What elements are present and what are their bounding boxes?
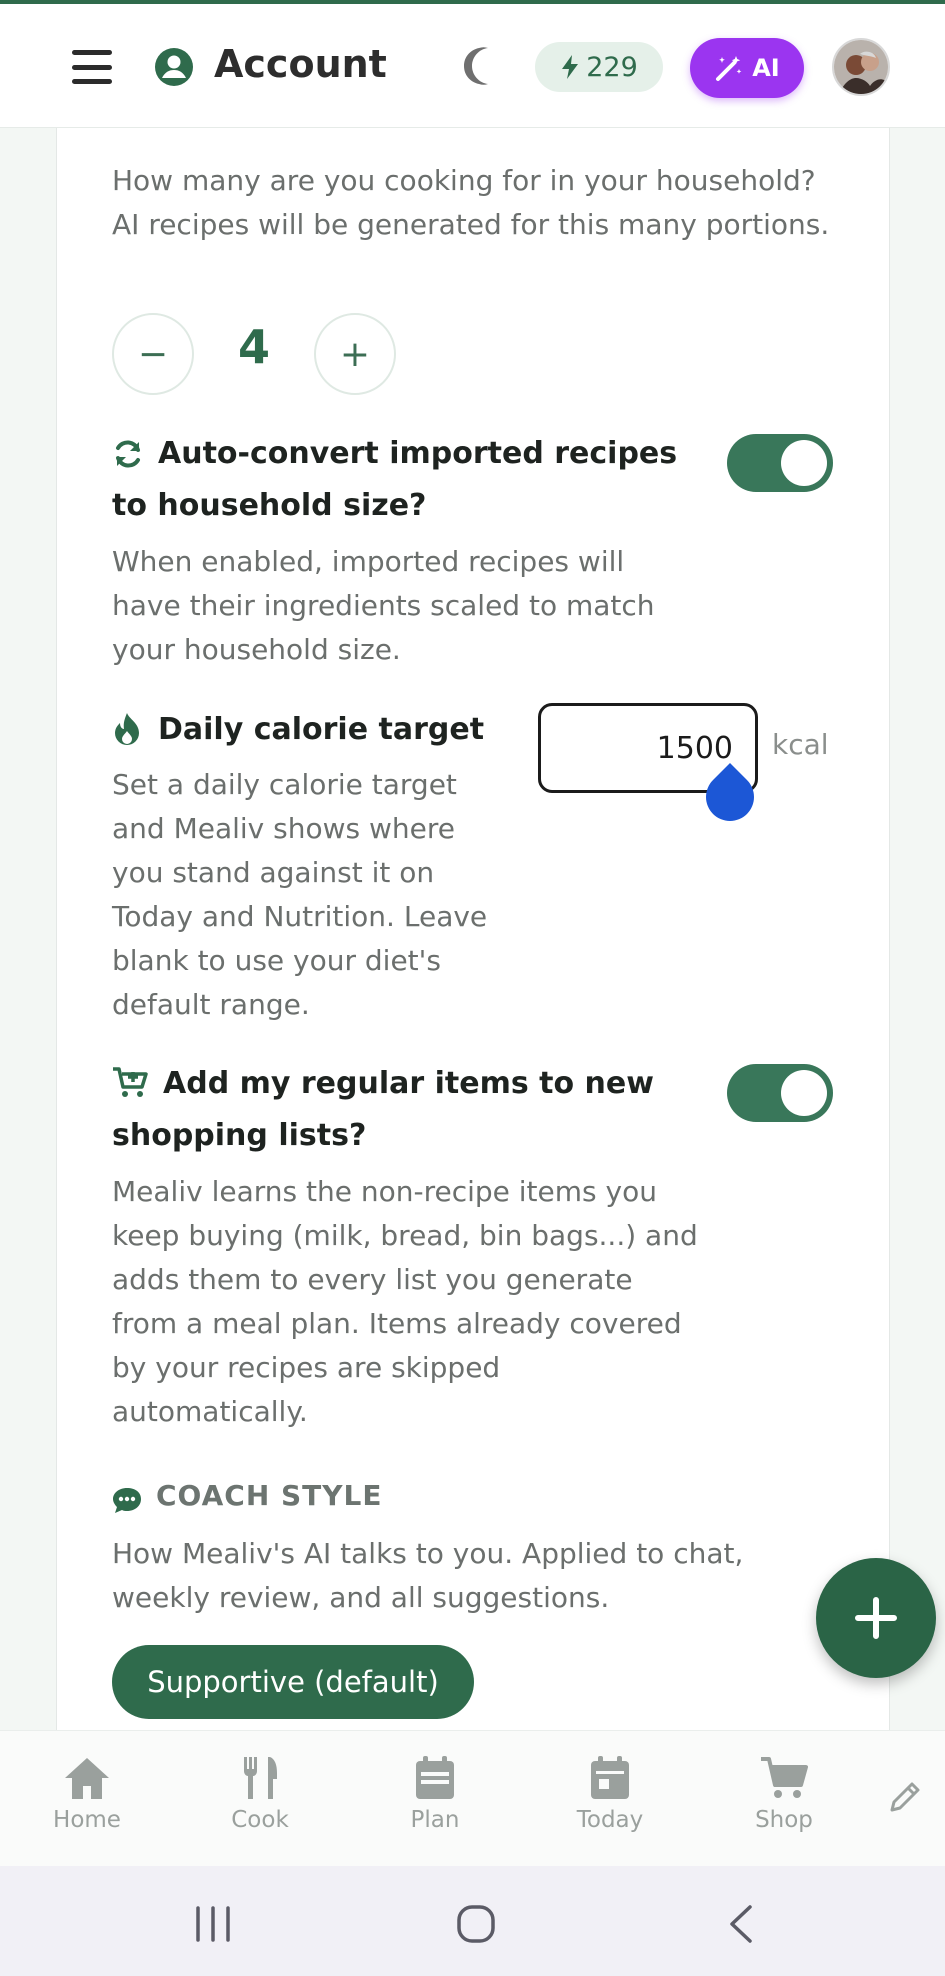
- avatar[interactable]: [832, 38, 890, 96]
- magic-wand-icon: [716, 56, 742, 81]
- toggle-knob: [781, 440, 827, 486]
- household-count: 4: [237, 320, 270, 374]
- plus-icon: [855, 1597, 897, 1639]
- page-title: Account: [214, 42, 387, 86]
- increase-household-button[interactable]: +: [314, 313, 396, 395]
- add-fab-button[interactable]: [816, 1558, 936, 1678]
- nav-cook[interactable]: Cook: [190, 1731, 330, 1867]
- calorie-unit: kcal: [772, 728, 829, 761]
- recent-apps-icon[interactable]: [194, 1906, 232, 1942]
- regular-items-toggle[interactable]: [727, 1064, 833, 1122]
- nav-home[interactable]: Home: [17, 1731, 157, 1867]
- cart-icon: [761, 1757, 808, 1798]
- nav-label: Today: [576, 1807, 644, 1833]
- toggle-knob: [781, 1070, 827, 1116]
- back-icon[interactable]: [726, 1904, 756, 1944]
- auto-convert-description: When enabled, imported recipes will have…: [112, 545, 655, 666]
- regular-items-title: Add my regular items to new shopping lis…: [112, 1066, 654, 1153]
- nav-label: Home: [53, 1807, 121, 1833]
- bottom-nav: Home Cook Plan Today Shop: [0, 1730, 945, 1866]
- credits-count: 229: [586, 51, 638, 83]
- nav-plan[interactable]: Plan: [365, 1731, 505, 1867]
- home-icon: [65, 1758, 109, 1799]
- flame-icon: [115, 713, 139, 745]
- coach-style-label: COACH STYLE: [156, 1479, 383, 1512]
- calendar-today-icon: [591, 1756, 629, 1799]
- chat-bubble-icon: [113, 1488, 141, 1513]
- account-icon: [155, 48, 193, 86]
- calorie-description: Set a daily calorie target and Mealiv sh…: [112, 768, 488, 1021]
- pencil-icon[interactable]: [888, 1780, 922, 1814]
- app-header: Account 229 AI: [0, 4, 945, 128]
- regular-items-description: Mealiv learns the non-recipe items you k…: [112, 1175, 698, 1428]
- nav-today[interactable]: Today: [540, 1731, 680, 1867]
- nav-label: Plan: [410, 1807, 460, 1833]
- home-circle-icon[interactable]: [456, 1904, 496, 1944]
- bolt-icon: [562, 55, 579, 79]
- auto-convert-toggle[interactable]: [727, 434, 833, 492]
- auto-convert-title: Auto-convert imported recipes to househo…: [112, 436, 678, 523]
- hamburger-menu-icon[interactable]: [72, 50, 112, 84]
- calorie-title: Daily calorie target: [158, 712, 485, 747]
- system-navigation-bar: [0, 1866, 945, 1976]
- utensils-icon: [244, 1757, 277, 1799]
- calendar-icon: [416, 1756, 454, 1799]
- decrease-household-button[interactable]: −: [112, 313, 194, 395]
- nav-label: Shop: [755, 1807, 813, 1833]
- nav-shop[interactable]: Shop: [714, 1731, 854, 1867]
- nav-label: Cook: [231, 1807, 289, 1833]
- moon-icon[interactable]: [456, 44, 496, 88]
- credits-badge[interactable]: 229: [535, 42, 663, 92]
- household-description: How many are you cooking for in your hou…: [112, 164, 830, 241]
- ai-label: AI: [752, 54, 780, 82]
- coach-style-supportive-option[interactable]: Supportive (default): [112, 1645, 474, 1719]
- coach-style-description: How Mealiv's AI talks to you. Applied to…: [112, 1537, 744, 1614]
- ai-button[interactable]: AI: [690, 38, 804, 98]
